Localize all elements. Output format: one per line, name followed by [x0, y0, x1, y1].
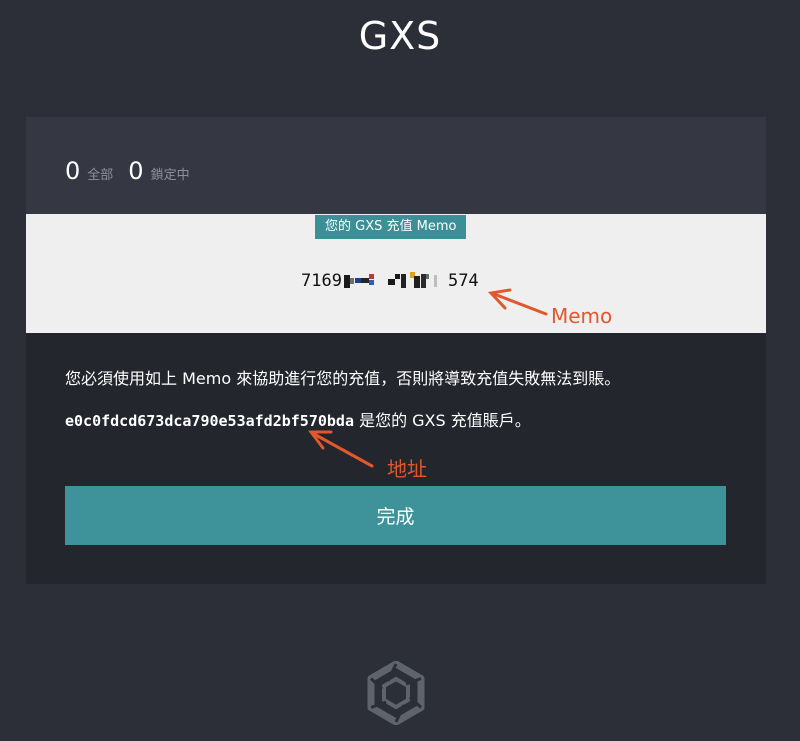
- memo-annotation-label: Memo: [551, 304, 613, 328]
- address-description: 是您的 GXS 充值賬戶。: [353, 411, 531, 430]
- memo-value[interactable]: 7169 574: [301, 271, 479, 291]
- address-line: e0c0fdcd673dca790e53afd2bf570bda 是您的 GXS…: [65, 407, 531, 431]
- deposit-card: 0 全部 0 鎖定中 您的 GXS 充值 Memo 7169 574 您必須使用…: [26, 117, 766, 584]
- balance-summary: 0 全部 0 鎖定中: [65, 157, 205, 185]
- memo-panel: 您的 GXS 充值 Memo 7169 574: [26, 214, 766, 333]
- memo-notice: 您必須使用如上 Memo 來協助進行您的充值，否則將導致充值失敗無法到賬。: [65, 369, 621, 388]
- balance-locked-label: 鎖定中: [150, 168, 190, 183]
- deposit-address[interactable]: e0c0fdcd673dca790e53afd2bf570bda: [65, 412, 354, 430]
- memo-suffix: 574: [447, 271, 479, 291]
- memo-redaction-mosaic: [343, 271, 446, 291]
- memo-tag: 您的 GXS 充值 Memo: [315, 215, 467, 239]
- memo-prefix: 7169: [301, 271, 342, 291]
- page-title: GXS: [358, 14, 442, 58]
- gxs-logo-icon: [367, 661, 425, 725]
- done-button[interactable]: 完成: [65, 486, 726, 545]
- balance-total-label: 全部: [87, 168, 114, 183]
- balance-locked-value: 0: [128, 157, 144, 185]
- balance-bar: 0 全部 0 鎖定中: [26, 117, 766, 214]
- balance-total-value: 0: [65, 157, 81, 185]
- address-annotation-label: 地址: [387, 457, 427, 481]
